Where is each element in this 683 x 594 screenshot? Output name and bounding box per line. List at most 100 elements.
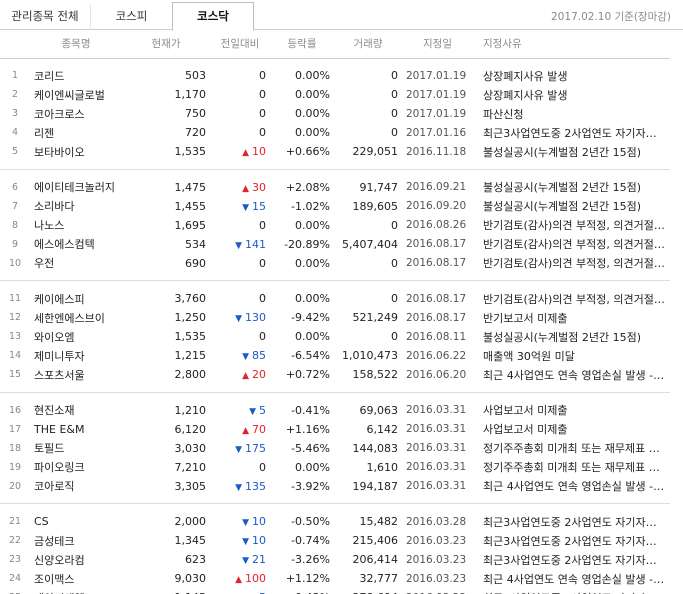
designation-reason: 최근3사업연도중 2사업연도 자기자본 50…	[473, 588, 670, 594]
change-cell: ▼ 135	[210, 477, 270, 496]
row-number: 11	[8, 293, 22, 304]
arrow-down-icon: ▼	[242, 556, 249, 566]
stock-name-link[interactable]: 제미니투자	[30, 346, 122, 365]
designation-reason: 불성실공시(누계벌점 2년간 15점)	[483, 200, 642, 213]
stock-name-link[interactable]: 조이맥스	[30, 569, 122, 588]
group-spacer	[0, 393, 670, 401]
trade-volume: 0	[391, 256, 398, 270]
group-spacer	[0, 281, 670, 289]
table-row[interactable]: 20 코아로직 3,305 ▼ 135 -3.92% 194,187 2016.03.31 최근…	[0, 477, 670, 496]
row-number: 7	[11, 200, 19, 212]
designation-reason: 정기주주총회 미개최 또는 재무제표 미승인	[483, 461, 670, 474]
stock-name-link[interactable]: THE E&M	[30, 420, 122, 439]
trade-volume: 158,522	[352, 368, 399, 381]
current-price: 2,800	[174, 368, 207, 381]
current-price: 1,145	[122, 588, 210, 594]
table-row[interactable]: 23 신양오라컴 623 ▼ 21 -3.26% 206,414 2016.03.23 최근3사…	[0, 550, 670, 569]
table-row[interactable]: 13 와이오엠 1,535 0 0.00% 0 2016.08.11 불성실공시(누계벌점 2…	[0, 327, 670, 346]
table-row[interactable]: 24 조이맥스 9,030 ▲ 100 +1.12% 32,777 2016.03.23 최근 …	[0, 569, 670, 588]
change-cell: ▼ 21	[210, 550, 270, 569]
stock-name-link[interactable]: 토필드	[30, 439, 122, 458]
stock-name-link[interactable]: 코아로직	[30, 477, 122, 496]
table-row[interactable]: 5 보타바이오 1,535 ▲ 10 +0.66% 229,051 2016.11.18 불성실…	[0, 142, 670, 161]
stock-name-link[interactable]: 파이오링크	[30, 458, 122, 477]
designation-date: 2017.01.19	[406, 88, 467, 101]
table-row[interactable]: 10 우전 690 0 0.00% 0 2016.08.17 반기검토(감사)의견 부적정, …	[0, 254, 670, 273]
change-cell: 0	[210, 254, 270, 273]
row-number: 18	[8, 442, 22, 454]
table-row[interactable]: 1 코리드 503 0 0.00% 0 2017.01.19 상장폐지사유 발생	[0, 66, 670, 85]
stock-name-link[interactable]: 코리드	[30, 66, 122, 85]
table-row[interactable]: 9 에스에스컴텍 534 ▼ 141 -20.89% 5,407,404 2016.08.17…	[0, 235, 670, 254]
stock-name-link[interactable]: 신양오라컴	[30, 550, 122, 569]
change-value: 0	[259, 218, 266, 232]
table-row[interactable]: 8 나노스 1,695 0 0.00% 0 2016.08.26 반기검토(감사)의견 부적정…	[0, 216, 670, 235]
stock-name-link[interactable]: 소리바다	[30, 197, 122, 216]
table-row[interactable]: 25태양씨앤엘1,145▼5-0.43%278,6942016.03.22최근3…	[0, 588, 670, 594]
stock-name-link[interactable]: 케이엔씨글로벌	[30, 85, 122, 104]
stock-name-link[interactable]: CS	[30, 512, 122, 531]
table-row[interactable]: 3 코아크로스 750 0 0.00% 0 2017.01.19 파산신청	[0, 104, 670, 123]
header-change: 전일대비	[210, 30, 270, 59]
arrow-down-icon: ▼	[235, 240, 242, 251]
designation-reason: 불성실공시(누계벌점 2년간 15점)	[483, 181, 642, 194]
stock-name-link[interactable]: 현진소재	[30, 401, 122, 420]
table-row[interactable]: 2 케이엔씨글로벌 1,170 0 0.00% 0 2017.01.19 상장폐지사유 발생	[0, 85, 670, 104]
current-price: 7,210	[174, 460, 207, 474]
change-rate: 0.00%	[295, 69, 330, 82]
spacer-cell	[0, 161, 670, 169]
stock-name-link[interactable]: 케이에스피	[30, 289, 122, 308]
stock-name-link[interactable]: 보타바이오	[30, 142, 122, 161]
change-value: 5	[259, 403, 266, 417]
table-row[interactable]: 11 케이에스피 3,760 0 0.00% 0 2016.08.17 반기검토(감사)의견 …	[0, 289, 670, 308]
table-row[interactable]: 21 CS 2,000 ▼ 10 -0.50% 15,482 2016.03.28 최근3사업연…	[0, 512, 670, 531]
change-rate: -0.43%	[270, 588, 334, 594]
stock-name-link[interactable]: 나노스	[30, 216, 122, 235]
stock-name-link[interactable]: 금성테크	[30, 531, 122, 550]
stock-name-link[interactable]: 태양씨앤엘	[30, 588, 122, 594]
table-row[interactable]: 6 에이티테크놀러지 1,475 ▲ 30 +2.08% 91,747 2016.09.21 불…	[0, 178, 670, 197]
change-rate: -1.02%	[291, 199, 330, 213]
stock-name-link[interactable]: 스포츠서울	[30, 365, 122, 384]
arrow-up-icon: ▲	[242, 148, 249, 158]
managed-stocks-table: 종목명 현재가 전일대비 등락률 거래량 지정일 지정사유 1 코리드 503 0 0.…	[0, 30, 670, 594]
table-row[interactable]: 18 토필드 3,030 ▼ 175 -5.46% 144,083 2016.03.31 정기주…	[0, 439, 670, 458]
table-row[interactable]: 14 제미니투자 1,215 ▼ 85 -6.54% 1,010,473 2016.06.22…	[0, 346, 670, 365]
table-row[interactable]: 4 리젠 720 0 0.00% 0 2017.01.16 최근3사업연도중 2사업연도 자기…	[0, 123, 670, 142]
stock-name-link[interactable]: 코아크로스	[30, 104, 122, 123]
change-value: 70	[252, 422, 266, 436]
row-number: 20	[8, 480, 22, 492]
spacer-cell	[0, 281, 670, 289]
change-cell: ▼ 10	[210, 531, 270, 550]
designation-reason: 최근3사업연도중 2사업연도 자기자본 50…	[483, 515, 670, 529]
current-price: 2,000	[174, 515, 207, 528]
trade-volume: 144,083	[352, 441, 399, 455]
tab-all-managed-stocks[interactable]: 관리종목 전체	[0, 4, 90, 30]
designation-date: 2016.03.31	[406, 423, 467, 435]
table-row[interactable]: 19 파이오링크 7,210 0 0.00% 1,610 2016.03.31 정기주주총회 …	[0, 458, 670, 477]
stock-name-link[interactable]: 리젠	[30, 123, 122, 142]
table-row[interactable]: 16 현진소재 1,210 ▼ 5 -0.41% 69,063 2016.03.31 사업보고서…	[0, 401, 670, 420]
row-number: 2	[11, 89, 19, 100]
table-row[interactable]: 15 스포츠서울 2,800 ▲ 20 +0.72% 158,522 2016.06.20 최근…	[0, 365, 670, 384]
tab-kosdaq[interactable]: 코스닥	[172, 2, 254, 31]
group-spacer	[0, 58, 670, 66]
designation-date: 2016.03.23	[406, 534, 467, 547]
table-row[interactable]: 12 세한엔에스브이 1,250 ▼ 130 -9.42% 521,249 2016.08.1…	[0, 308, 670, 327]
designation-date: 2016.08.17	[406, 311, 467, 324]
trade-volume: 32,777	[359, 572, 399, 585]
stock-name-link[interactable]: 세한엔에스브이	[30, 308, 122, 327]
header-designation-date: 지정일	[402, 30, 473, 59]
stock-name-link[interactable]: 와이오엠	[30, 327, 122, 346]
stock-name-link[interactable]: 에스에스컴텍	[30, 235, 122, 254]
designation-reason: 반기보고서 미제출	[483, 311, 568, 325]
designation-reason: 상장폐지사유 발생	[483, 88, 568, 102]
stock-name-link[interactable]: 에이티테크놀러지	[30, 178, 122, 197]
tab-kospi[interactable]: 코스피	[90, 4, 172, 30]
market-tab-bar: 관리종목 전체 코스피 코스닥 2017.02.10 기준(장마감)	[0, 0, 683, 31]
table-row[interactable]: 17 THE E&M 6,120 ▲ 70 +1.16% 6,142 2016.03.31 사업…	[0, 420, 670, 439]
table-row[interactable]: 7 소리바다 1,455 ▼ 15 -1.02% 189,605 2016.09.20 불성실공…	[0, 197, 670, 216]
table-row[interactable]: 22 금성테크 1,345 ▼ 10 -0.74% 215,406 2016.03.23 최근3…	[0, 531, 670, 550]
change-cell: 0	[210, 85, 270, 104]
stock-name-link[interactable]: 우전	[30, 254, 122, 273]
